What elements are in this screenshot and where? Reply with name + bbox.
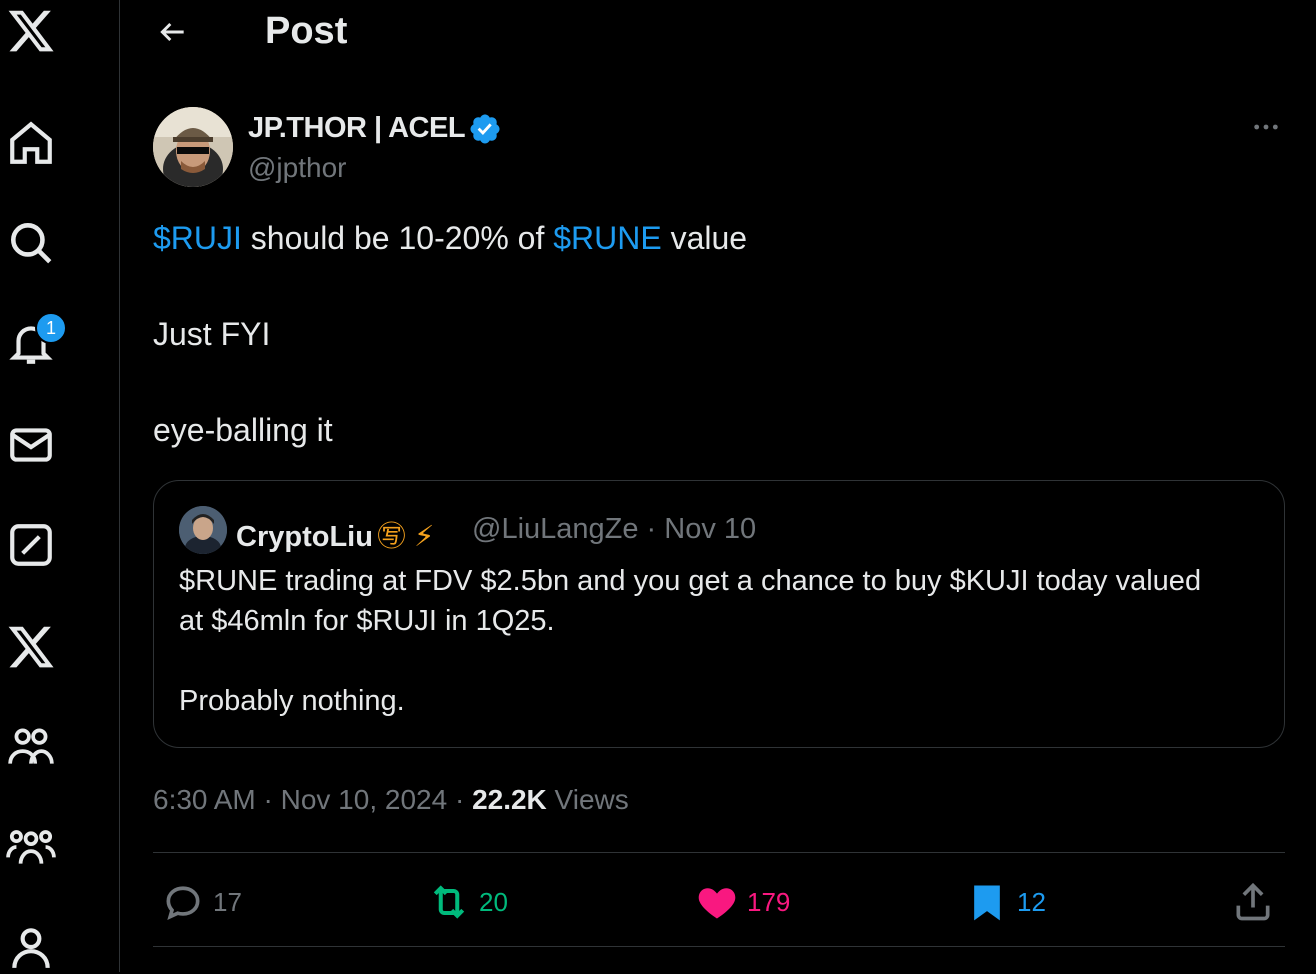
post-metadata: 6:30 AM · Nov 10, 2024 · 22.2K Views bbox=[153, 784, 629, 816]
quoted-text-line: Probably nothing. bbox=[179, 685, 405, 717]
bookmark-icon bbox=[974, 885, 1000, 921]
profile-icon[interactable] bbox=[4, 920, 58, 974]
main-column: Post JP.THOR | ACEL @jpthor $RUJI should… bbox=[121, 0, 1316, 972]
reply-button[interactable]: 17 bbox=[161, 878, 242, 926]
back-button[interactable] bbox=[153, 12, 193, 52]
post-text-line: Just FYI bbox=[153, 316, 271, 352]
view-count: 22.2K bbox=[472, 784, 547, 815]
post-text-line: $RUJI should be 10-20% of $RUNE value bbox=[153, 220, 747, 257]
reply-count: 17 bbox=[213, 886, 242, 917]
quoted-post-card[interactable]: CryptoLiu ㊢ ⚡ @LiuLangZe · Nov 10 $RUNE t… bbox=[153, 480, 1285, 748]
more-options-button[interactable] bbox=[1249, 110, 1283, 144]
quoted-author-name-text: CryptoLiu bbox=[236, 521, 373, 553]
post-timestamp[interactable]: 6:30 AM · Nov 10, 2024 · bbox=[153, 784, 472, 815]
views-label: Views bbox=[546, 784, 629, 815]
quoted-author-name: CryptoLiu ㊢ ⚡ bbox=[236, 513, 434, 555]
bookmark-count: 12 bbox=[1017, 886, 1046, 917]
author-name[interactable]: JP.THOR | ACEL bbox=[248, 112, 466, 145]
repost-icon bbox=[433, 885, 465, 919]
text-fragment: should be 10-20% of bbox=[241, 220, 554, 256]
search-icon[interactable] bbox=[4, 216, 58, 270]
home-icon[interactable] bbox=[4, 116, 58, 170]
quoted-text-line: at $46mln for $RUJI in 1Q25. bbox=[179, 605, 555, 637]
more-dots-icon bbox=[1254, 124, 1278, 130]
repost-button[interactable]: 20 bbox=[427, 878, 508, 926]
author-avatar[interactable] bbox=[153, 107, 233, 187]
quoted-text-line: $RUNE trading at FDV $2.5bn and you get … bbox=[179, 565, 1202, 597]
arrow-left-icon bbox=[160, 22, 184, 42]
share-button[interactable] bbox=[1231, 878, 1275, 926]
divider bbox=[153, 946, 1285, 947]
quoted-author-emoji: ㊢ ⚡ bbox=[376, 521, 435, 553]
communities-icon[interactable] bbox=[4, 720, 58, 774]
notification-badge: 1 bbox=[35, 312, 67, 344]
x-logo-icon[interactable] bbox=[4, 4, 58, 58]
bookmark-button[interactable]: 12 bbox=[965, 878, 1046, 926]
page-header: Post bbox=[121, 0, 1316, 62]
divider bbox=[153, 852, 1285, 853]
reply-icon bbox=[166, 886, 200, 921]
mail-icon[interactable] bbox=[4, 418, 58, 472]
post-text-line: eye-balling it bbox=[153, 412, 333, 448]
heart-icon bbox=[698, 888, 736, 919]
text-fragment: value bbox=[661, 220, 748, 256]
verified-badge-icon bbox=[470, 114, 500, 144]
bell-icon[interactable]: 1 bbox=[4, 312, 67, 370]
like-button[interactable]: 179 bbox=[695, 878, 790, 926]
quoted-author-handle: @LiuLangZe · Nov 10 bbox=[472, 513, 757, 545]
groups-icon[interactable] bbox=[4, 820, 58, 874]
x-premium-icon[interactable] bbox=[4, 620, 58, 674]
share-icon bbox=[1236, 882, 1270, 921]
page-title: Post bbox=[265, 10, 348, 52]
sidebar-nav: 1 bbox=[0, 0, 120, 972]
repost-count: 20 bbox=[479, 886, 508, 917]
cashtag-link[interactable]: $RUJI bbox=[153, 220, 242, 256]
grok-icon[interactable] bbox=[4, 518, 58, 572]
quoted-author-avatar bbox=[179, 506, 227, 554]
author-handle[interactable]: @jpthor bbox=[248, 152, 346, 184]
cashtag-link[interactable]: $RUNE bbox=[553, 220, 661, 256]
like-count: 179 bbox=[747, 886, 791, 917]
